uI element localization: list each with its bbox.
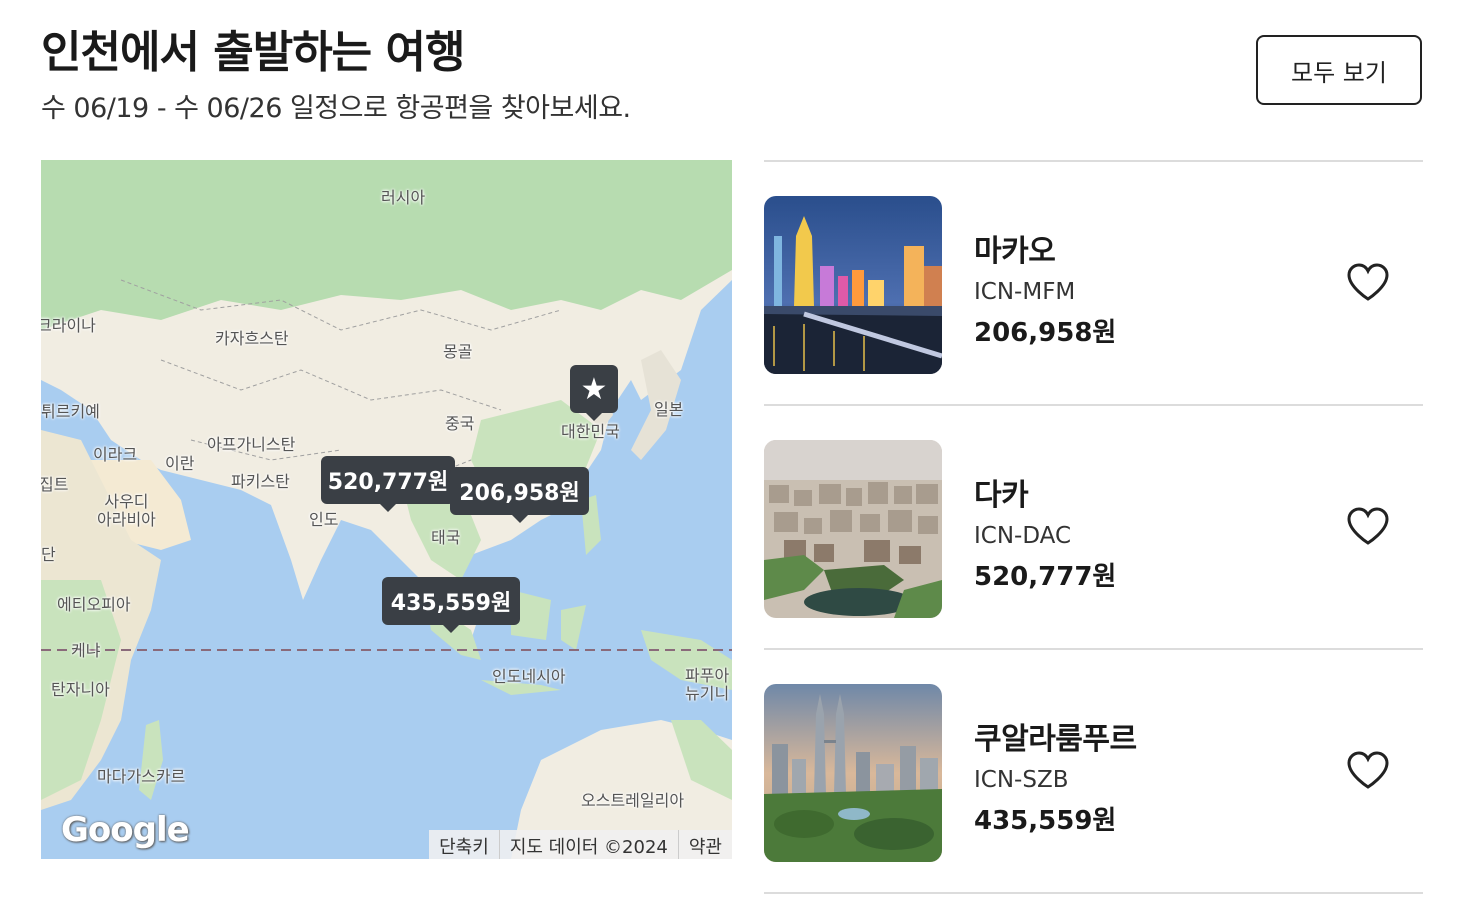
map-label-thailand: 태국 xyxy=(431,528,461,547)
map-attribution: 단축키 지도 데이터 ©2024 약관 xyxy=(429,830,732,859)
divider xyxy=(764,892,1423,894)
map-label-afghanistan: 아프가니스탄 xyxy=(207,435,296,454)
destination-card-macau[interactable]: 마카오 ICN-MFM 206,958원 xyxy=(764,162,1423,404)
destination-price: 435,559원 xyxy=(974,806,1117,836)
map-label-ukraine: 크라이나 xyxy=(41,316,96,335)
map-label-pakistan: 파키스탄 xyxy=(231,472,290,491)
map-label-kenya: 케냐 xyxy=(71,641,101,660)
map-label-russia: 러시아 xyxy=(381,188,426,207)
destination-route: ICN-DAC xyxy=(974,523,1072,549)
terms-link[interactable]: 약관 xyxy=(677,830,732,859)
map-label-tanzania: 탄자니아 xyxy=(51,680,110,699)
destination-card-dhaka[interactable]: 다카 ICN-DAC 520,777원 xyxy=(764,406,1423,648)
map-label-saudi-arabia: 사우디 아라비아 xyxy=(97,492,156,529)
map-label-madagascar: 마다가스카르 xyxy=(97,767,186,786)
google-logo: Google xyxy=(61,810,190,850)
map-label-south-korea: 대한민국 xyxy=(561,422,620,441)
destination-image-macau xyxy=(764,196,942,374)
map-pin-kuala-lumpur[interactable]: 435,559원 xyxy=(382,577,520,633)
heart-icon[interactable] xyxy=(1346,506,1390,546)
map-label-japan: 일본 xyxy=(654,400,684,419)
map-label-sudan: 단 xyxy=(41,545,56,564)
destination-name: 쿠알라룸푸르 xyxy=(974,722,1137,757)
map-label-turkey: 튀르키예 xyxy=(41,402,100,421)
map-pin-dhaka[interactable]: 520,777원 xyxy=(321,456,455,512)
destination-price: 206,958원 xyxy=(974,318,1117,348)
heart-icon[interactable] xyxy=(1346,750,1390,790)
page-subtitle: 수 06/19 - 수 06/26 일정으로 항공편을 찾아보세요. xyxy=(41,93,631,124)
destination-list: 마카오 ICN-MFM 206,958원 다카 ICN-DAC 520,777원… xyxy=(764,160,1423,894)
destination-route: ICN-SZB xyxy=(974,767,1069,793)
origin-marker[interactable]: ★ xyxy=(570,365,618,421)
heart-icon[interactable] xyxy=(1346,262,1390,302)
keyboard-shortcuts-link[interactable]: 단축키 xyxy=(429,830,499,859)
destination-image-dhaka xyxy=(764,440,942,618)
map-label-australia: 오스트레일리아 xyxy=(581,791,685,810)
map-label-iraq: 이라크 xyxy=(93,445,138,464)
map-label-china: 중국 xyxy=(445,414,475,433)
destination-name: 마카오 xyxy=(974,234,1056,269)
map-label-kazakhstan: 카자흐스탄 xyxy=(215,329,289,348)
map-label-iran: 이란 xyxy=(165,454,195,473)
destination-image-kuala-lumpur xyxy=(764,684,942,862)
destination-route: ICN-MFM xyxy=(974,279,1076,305)
map-label-indonesia: 인도네시아 xyxy=(492,667,566,686)
map-label-mongolia: 몽골 xyxy=(443,342,473,361)
map-data-text: 지도 데이터 ©2024 xyxy=(498,830,678,859)
page-title: 인천에서 출발하는 여행 xyxy=(41,27,465,78)
view-all-button[interactable]: 모두 보기 xyxy=(1256,35,1422,105)
map-label-egypt: 집트 xyxy=(41,475,69,494)
map-label-papua-new-guinea: 파푸아 뉴기니 xyxy=(685,666,730,703)
map-label-india: 인도 xyxy=(309,510,339,529)
destination-map[interactable]: 러시아 크라이나 카자흐스탄 몽골 튀르키예 중국 대한민국 일본 이라크 이란… xyxy=(41,160,732,859)
map-label-ethiopia: 에티오피아 xyxy=(57,595,131,614)
destination-card-kuala-lumpur[interactable]: 쿠알라룸푸르 ICN-SZB 435,559원 xyxy=(764,650,1423,892)
destination-price: 520,777원 xyxy=(974,562,1117,592)
destination-name: 다카 xyxy=(974,478,1029,513)
star-icon: ★ xyxy=(580,371,608,407)
map-pin-macau[interactable]: 206,958원 xyxy=(450,467,589,523)
